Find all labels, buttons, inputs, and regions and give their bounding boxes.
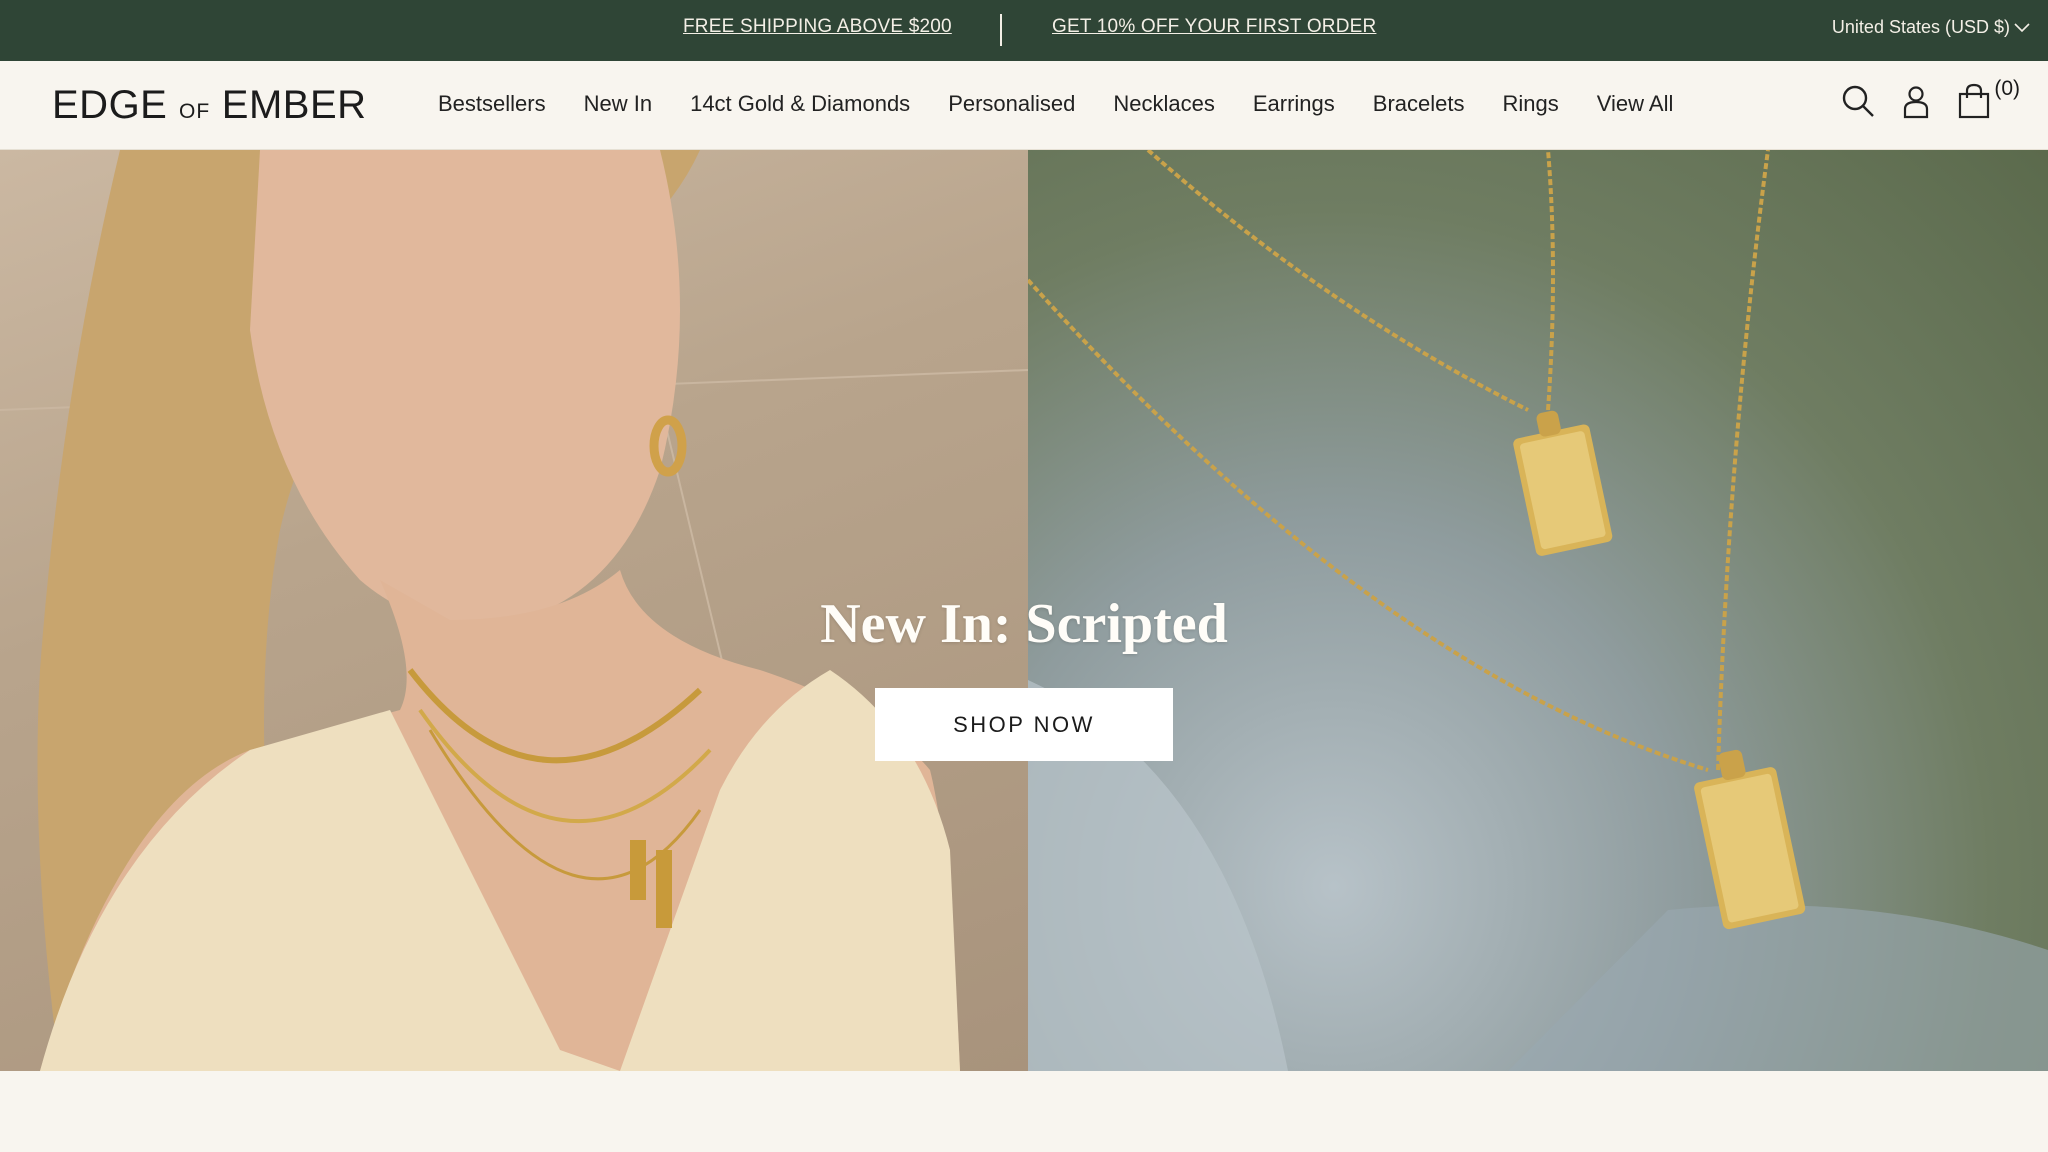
nav-item-rings[interactable]: Rings — [1503, 91, 1559, 117]
nav-item-bestsellers[interactable]: Bestsellers — [438, 91, 546, 117]
announcement-bar: FREE SHIPPING ABOVE $200 GET 10% OFF YOU… — [0, 0, 2048, 61]
nav-item-view-all[interactable]: View All — [1597, 91, 1674, 117]
free-shipping-link[interactable]: FREE SHIPPING ABOVE $200 — [683, 16, 952, 38]
cart-count: (0) — [1994, 77, 2020, 100]
hero-headline: New In: Scripted — [820, 593, 1228, 655]
hero-banner[interactable]: New In: Scripted SHOP NOW — [0, 150, 2048, 1071]
nav-item-bracelets[interactable]: Bracelets — [1373, 91, 1465, 117]
nav-item-necklaces[interactable]: Necklaces — [1113, 91, 1214, 117]
nav-item-new-in[interactable]: New In — [584, 91, 652, 117]
currency-label: United States (USD $) — [1831, 17, 2010, 37]
main-nav: Bestsellers New In 14ct Gold & Diamonds … — [438, 91, 1711, 117]
currency-selector[interactable]: United States (USD $) — [1832, 17, 2030, 38]
cart-icon — [1959, 83, 1990, 119]
first-order-discount-link[interactable]: GET 10% OFF YOUR FIRST ORDER — [1052, 16, 1376, 38]
logo-word-ember: EMBER — [221, 83, 367, 127]
nav-item-gold-diamonds[interactable]: 14ct Gold & Diamonds — [690, 91, 910, 117]
brand-logo[interactable]: EDGE of EMBER — [52, 83, 367, 128]
nav-item-personalised[interactable]: Personalised — [948, 91, 1075, 117]
logo-word-of: of — [178, 92, 211, 125]
nav-item-earrings[interactable]: Earrings — [1253, 91, 1335, 117]
site-header: EDGE of EMBER Bestsellers New In 14ct Go… — [0, 61, 2048, 150]
shop-now-button[interactable]: SHOP NOW — [875, 688, 1173, 761]
account-icon — [1904, 86, 1929, 119]
chevron-down-icon — [2014, 22, 2030, 32]
cart-button[interactable]: (0) — [1956, 77, 2020, 123]
announcement-divider — [1000, 14, 1002, 46]
content-below-hero — [0, 1071, 2048, 1152]
account-button[interactable] — [1898, 83, 1938, 123]
search-icon — [1843, 85, 1875, 117]
logo-word-edge: EDGE — [52, 83, 168, 127]
header-icons: (0) — [1822, 77, 2020, 123]
search-button[interactable] — [1840, 83, 1880, 123]
